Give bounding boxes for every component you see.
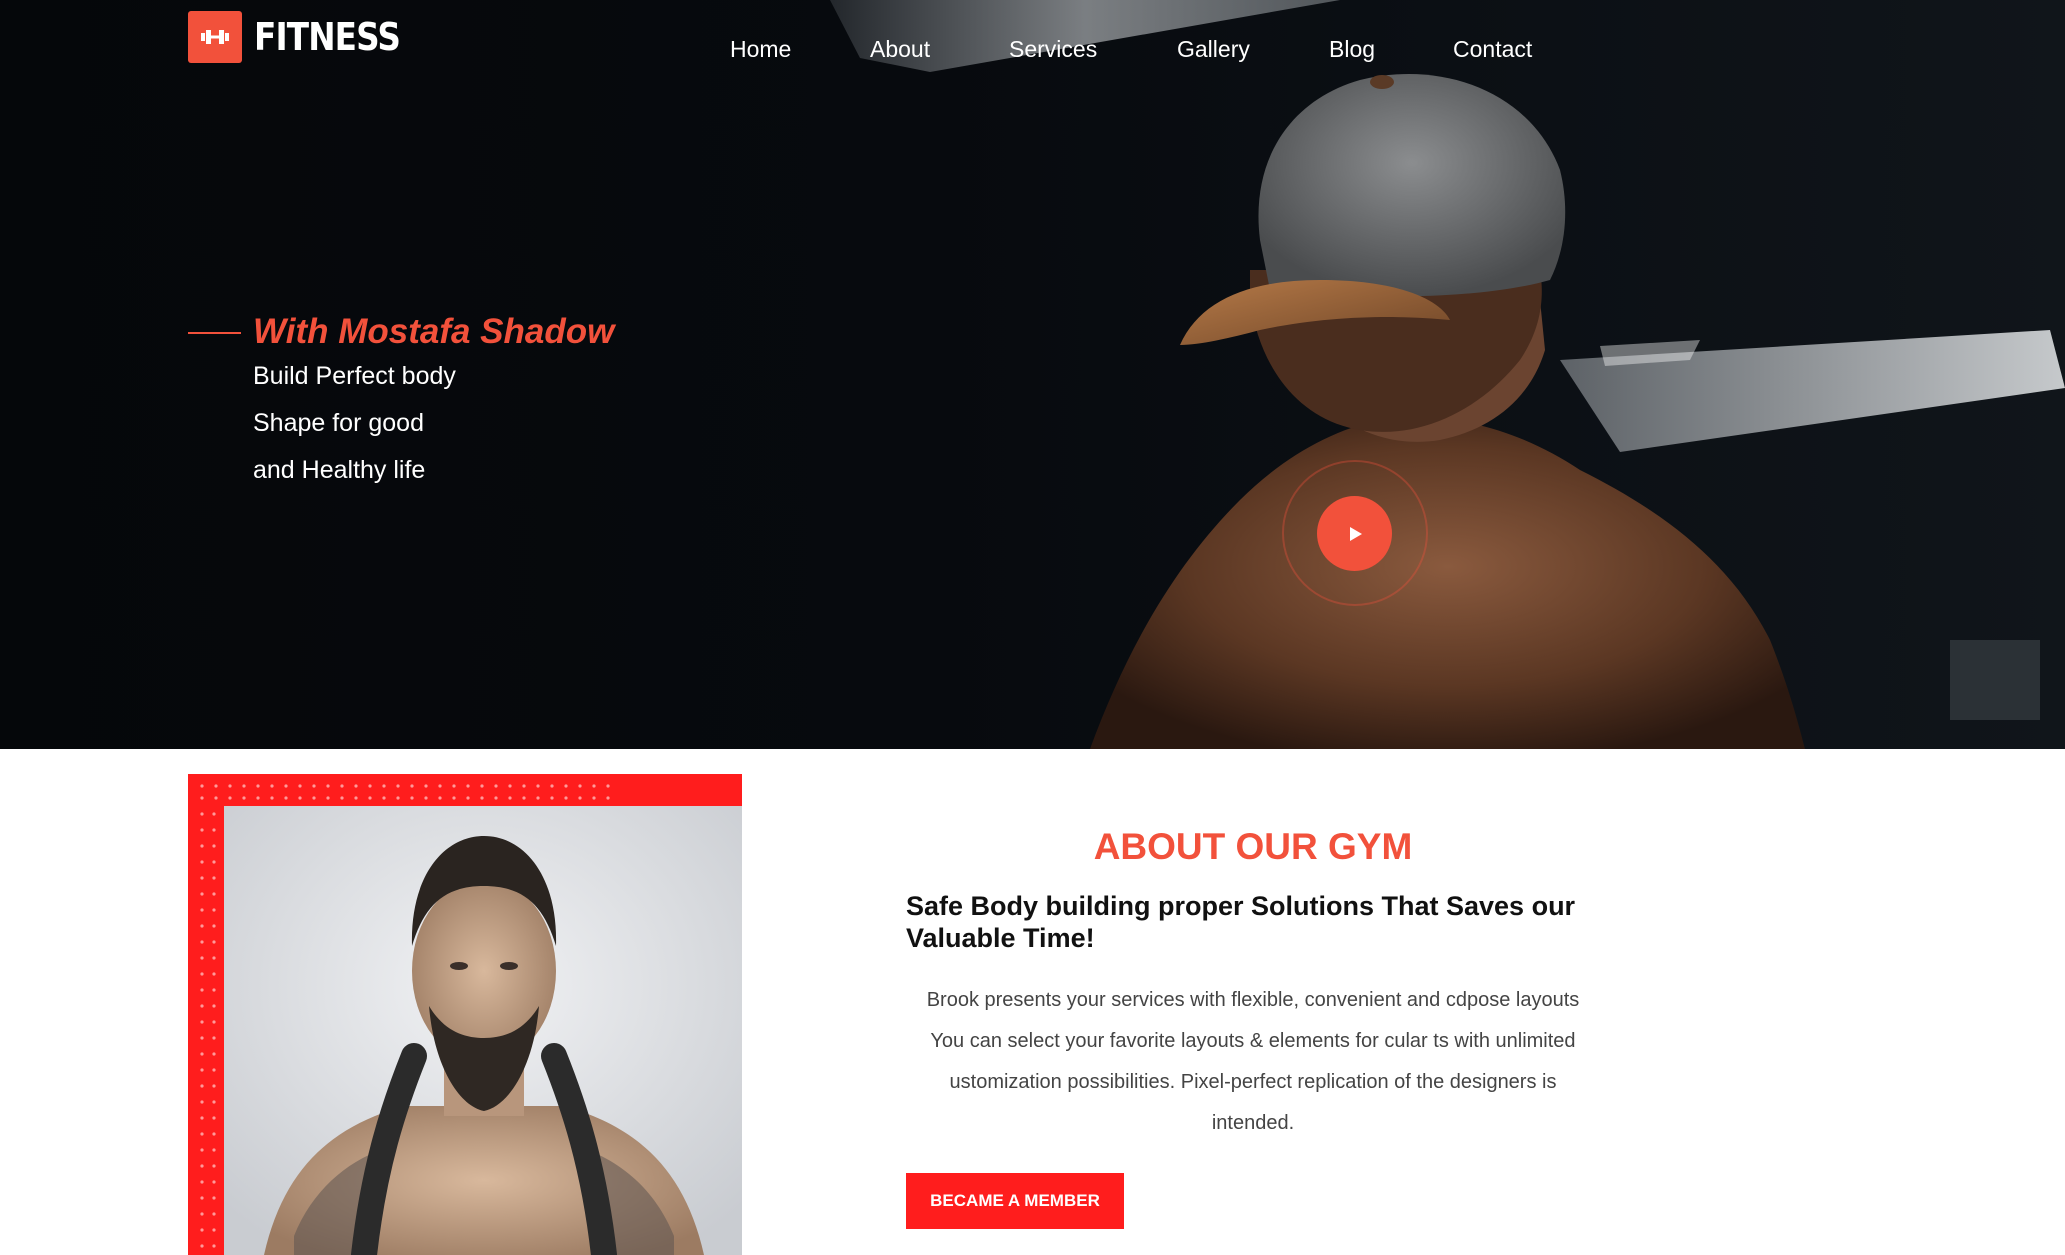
play-icon [1349, 526, 1362, 541]
nav-item-contact[interactable]: Contact [1453, 36, 1532, 63]
about-image-frame [188, 774, 742, 1255]
nav-item-blog[interactable]: Blog [1329, 36, 1375, 63]
about-body-line-2: You can select your favorite layouts & e… [930, 1030, 1576, 1052]
hero-line-2: Shape for good [253, 409, 424, 437]
nav-item-services[interactable]: Services [1009, 36, 1097, 63]
hero-section: FITNESS Home About Services Gallery Blog… [0, 0, 2065, 749]
nav-item-gallery[interactable]: Gallery [1177, 36, 1250, 63]
about-subtitle: Safe Body building proper Solutions That… [906, 891, 1576, 953]
hero-tagline: With Mostafa Shadow [253, 312, 615, 351]
about-title: ABOUT OUR GYM [1093, 826, 1413, 867]
about-body-line-1: Brook presents your services with flexib… [926, 989, 1580, 1011]
about-body-line-3: ustomization possibilities. Pixel-perfec… [949, 1071, 1557, 1093]
trainer-photo [224, 806, 742, 1255]
nav-item-home[interactable]: Home [730, 36, 791, 63]
about-body-line-4: intended. [1211, 1112, 1295, 1134]
hero-line-1: Build Perfect body [253, 362, 456, 390]
main-nav: Home About Services Gallery Blog Contact [0, 36, 2065, 68]
nav-item-about[interactable]: About [870, 36, 930, 63]
became-member-button[interactable]: BECAME A MEMBER [906, 1173, 1124, 1229]
tagline-divider [188, 332, 241, 334]
hero-line-3: and Healthy life [253, 456, 426, 484]
about-body: Brook presents your services with flexib… [906, 980, 1600, 1144]
play-video-button[interactable] [1317, 496, 1392, 571]
